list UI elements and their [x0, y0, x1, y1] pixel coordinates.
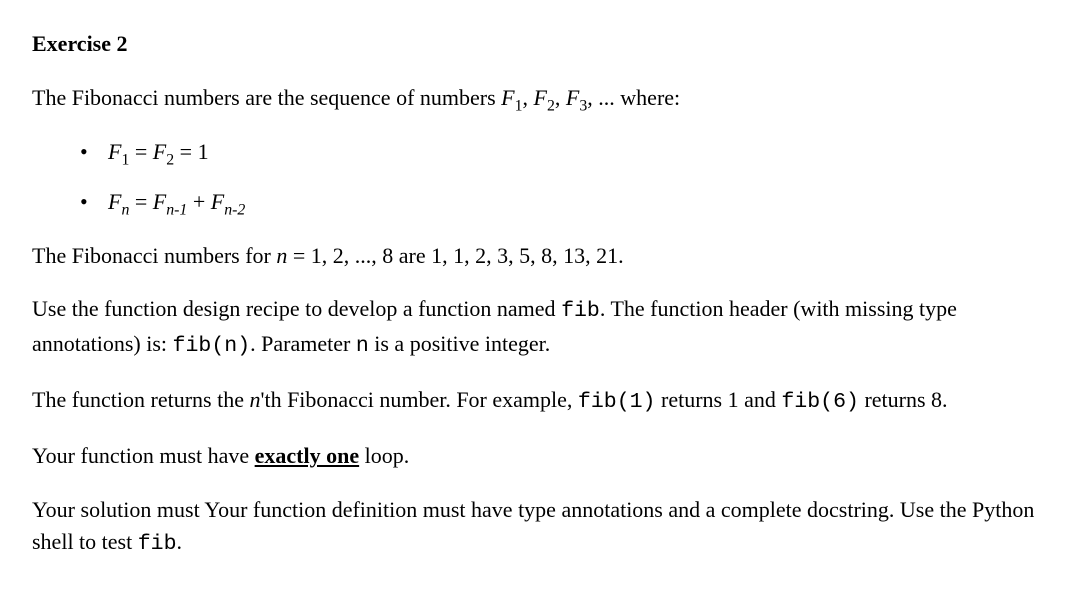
intro-text: The Fibonacci numbers are the sequence o…: [32, 85, 501, 110]
seq-values: = 1, 2, ..., 8 are 1, 1, 2, 3, 5, 8, 13,…: [287, 243, 623, 268]
plus: +: [187, 189, 210, 214]
variable-F: F: [108, 189, 121, 214]
equals: =: [129, 189, 152, 214]
equals-one: = 1: [174, 139, 208, 164]
comma: ,: [523, 85, 534, 110]
list-item: Fn = Fn-1 + Fn-2: [80, 186, 1050, 218]
definition-list: F1 = F2 = 1 Fn = Fn-1 + Fn-2: [32, 136, 1050, 218]
design-paragraph: Use the function design recipe to develo…: [32, 293, 1050, 362]
final-text: Your solution must Your function definit…: [32, 497, 1034, 554]
list-item: F1 = F2 = 1: [80, 136, 1050, 168]
variable-F: F: [153, 189, 166, 214]
code-fib: fib: [138, 532, 177, 556]
code-fib: fib: [561, 299, 600, 323]
emphasis-exactly-one: exactly one: [255, 443, 359, 468]
code-n: n: [356, 334, 369, 358]
ret-text: 'th Fibonacci number. For example,: [261, 387, 578, 412]
variable-F: F: [211, 189, 224, 214]
code-fib-1: fib(1): [578, 390, 656, 414]
variable-F: F: [534, 85, 547, 110]
ret-text: The function returns the: [32, 387, 250, 412]
design-text: Use the function design recipe to develo…: [32, 296, 561, 321]
subscript-n-minus-1: n-1: [166, 201, 187, 218]
intro-paragraph: The Fibonacci numbers are the sequence o…: [32, 82, 1050, 114]
intro-tail: , ... where:: [587, 85, 680, 110]
variable-F: F: [566, 85, 579, 110]
equals: =: [129, 139, 152, 164]
loop-text: loop.: [359, 443, 409, 468]
variable-n: n: [250, 387, 261, 412]
variable-F: F: [501, 85, 514, 110]
ret-text: returns 1 and: [656, 387, 782, 412]
seq-text: The Fibonacci numbers for: [32, 243, 276, 268]
code-fib-n: fib(n): [173, 334, 251, 358]
design-text: is a positive integer.: [369, 331, 550, 356]
subscript-n-minus-2: n-2: [224, 201, 245, 218]
subscript-1: 1: [515, 97, 523, 114]
variable-F: F: [108, 139, 121, 164]
variable-F: F: [153, 139, 166, 164]
ret-text: returns 8.: [859, 387, 948, 412]
design-text: . Parameter: [250, 331, 356, 356]
loop-constraint-paragraph: Your function must have exactly one loop…: [32, 440, 1050, 472]
final-text: .: [177, 529, 183, 554]
exercise-heading: Exercise 2: [32, 28, 1050, 60]
variable-n: n: [276, 243, 287, 268]
code-fib-6: fib(6): [781, 390, 859, 414]
comma: ,: [555, 85, 566, 110]
subscript-2: 2: [547, 97, 555, 114]
sequence-paragraph: The Fibonacci numbers for n = 1, 2, ...,…: [32, 240, 1050, 272]
loop-text: Your function must have: [32, 443, 255, 468]
final-paragraph: Your solution must Your function definit…: [32, 494, 1050, 560]
return-paragraph: The function returns the n'th Fibonacci …: [32, 384, 1050, 418]
subscript-2: 2: [166, 151, 174, 168]
